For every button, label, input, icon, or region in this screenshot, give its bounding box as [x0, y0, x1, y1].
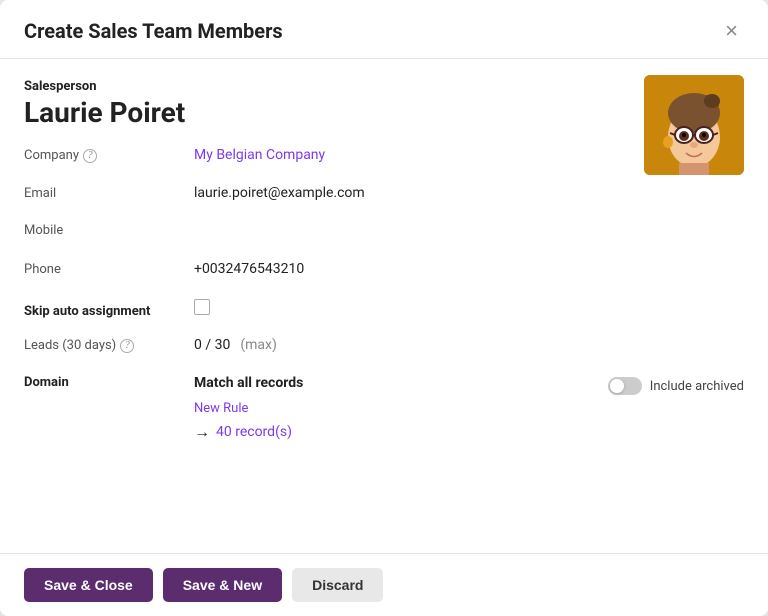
discard-button[interactable]: Discard — [292, 568, 383, 602]
include-archived-toggle[interactable] — [608, 377, 642, 395]
leads-max: (max) — [240, 337, 277, 353]
company-help-icon[interactable]: ? — [83, 149, 97, 163]
modal-title: Create Sales Team Members — [24, 19, 283, 43]
skip-checkbox[interactable] — [194, 299, 210, 315]
include-archived-container: Include archived — [608, 377, 744, 395]
close-button[interactable]: × — [719, 18, 744, 44]
skip-row: Skip auto assignment — [24, 299, 744, 327]
leads-help-icon[interactable]: ? — [120, 339, 134, 353]
mobile-row: Mobile — [24, 223, 744, 251]
leads-value: 0 / 30 — [194, 337, 230, 353]
save-new-button[interactable]: Save & New — [163, 568, 282, 602]
modal-footer: Save & Close Save & New Discard — [0, 553, 768, 616]
records-arrow-icon: → — [194, 422, 210, 442]
leads-label: Leads (30 days) ? — [24, 338, 194, 353]
domain-label: Domain — [24, 375, 194, 390]
skip-label: Skip auto assignment — [24, 304, 194, 319]
company-row: Company ? My Belgian Company — [24, 147, 744, 175]
salesperson-name: Laurie Poiret — [24, 96, 744, 129]
phone-label: Phone — [24, 262, 194, 277]
leads-row: Leads (30 days) ? 0 / 30 (max) — [24, 337, 744, 365]
save-close-button[interactable]: Save & Close — [24, 568, 153, 602]
new-rule-link[interactable]: New Rule — [194, 401, 248, 416]
modal: Create Sales Team Members × — [0, 0, 768, 616]
modal-body: Salesperson Laurie Poiret Company ? My B… — [0, 59, 768, 553]
domain-match: Match all records — [194, 375, 568, 391]
salesperson-label: Salesperson — [24, 79, 744, 94]
avatar — [644, 75, 744, 175]
records-count[interactable]: 40 record(s) — [216, 424, 292, 440]
mobile-label: Mobile — [24, 223, 194, 238]
email-value: laurie.poiret@example.com — [194, 185, 365, 201]
domain-content: Match all records New Rule → 40 record(s… — [194, 375, 568, 442]
email-row: Email laurie.poiret@example.com — [24, 185, 744, 213]
phone-value: +0032476543210 — [194, 261, 304, 277]
email-label: Email — [24, 186, 194, 201]
modal-header: Create Sales Team Members × — [0, 0, 768, 59]
records-row: → 40 record(s) — [194, 422, 568, 442]
include-archived-label: Include archived — [650, 379, 744, 394]
company-value[interactable]: My Belgian Company — [194, 147, 325, 163]
domain-section: Domain Match all records New Rule → 40 r… — [24, 375, 744, 442]
phone-row: Phone +0032476543210 — [24, 261, 744, 289]
toggle-knob — [610, 379, 624, 393]
company-label: Company ? — [24, 148, 194, 163]
